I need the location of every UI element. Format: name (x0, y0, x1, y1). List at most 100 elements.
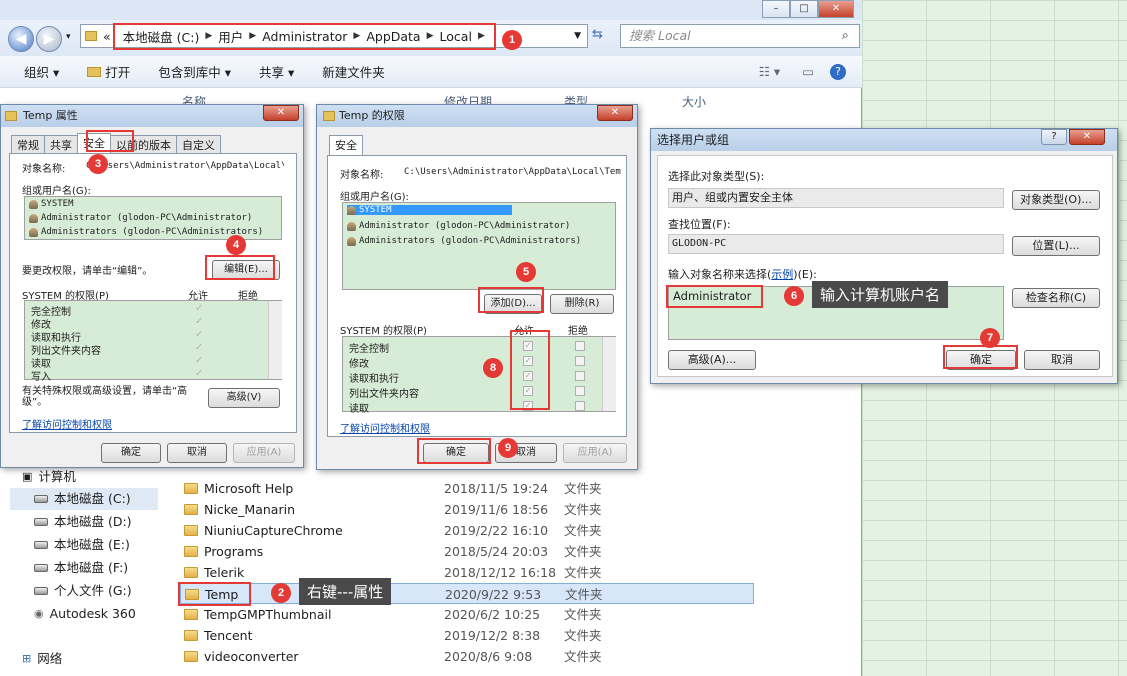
folder-icon (184, 630, 198, 641)
list-item-temp[interactable]: Temp 2020/9/22 9:53 文件夹 (180, 583, 754, 604)
file-name: NiuniuCaptureChrome (204, 523, 343, 538)
user-administrators[interactable]: Administrators (glodon-PC\Administrators… (347, 236, 581, 246)
apply-button[interactable]: 应用(A) (563, 443, 627, 463)
breadcrumb-local[interactable]: Local (434, 29, 478, 44)
nav-drive-label: 本地磁盘 (D:) (54, 514, 132, 529)
user-system[interactable]: SYSTEM (347, 205, 512, 215)
scrollbar[interactable] (268, 301, 282, 379)
add-button[interactable]: 添加(D)... (484, 294, 542, 314)
breadcrumb-chevron-icon[interactable]: ▶ (249, 31, 256, 41)
maximize-icon[interactable]: □ (790, 0, 818, 18)
edit-button[interactable]: 编辑(E)... (212, 260, 280, 280)
list-item[interactable]: Telerik 2018/12/12 16:18 文件夹 (180, 562, 754, 583)
new-folder-button[interactable]: 新建文件夹 (308, 62, 399, 81)
list-item[interactable]: Programs 2018/5/24 20:03 文件夹 (180, 541, 754, 562)
cancel-button[interactable]: 取消 (167, 443, 227, 463)
user-administrators[interactable]: Administrators (glodon-PC\Administrators… (29, 227, 263, 237)
tab-previous-versions[interactable]: 以前的版本 (110, 135, 177, 153)
address-dropdown-icon[interactable]: ▼ (574, 31, 581, 41)
breadcrumb-chevron-icon[interactable]: ▶ (353, 31, 360, 41)
breadcrumb-chevron-icon[interactable]: ▶ (205, 31, 212, 41)
share-menu[interactable]: 共享 ▾ (245, 62, 308, 81)
breadcrumb-appdata[interactable]: AppData (360, 29, 426, 44)
help-icon[interactable]: ? (830, 64, 846, 80)
include-library-menu[interactable]: 包含到库中 ▾ (144, 62, 245, 81)
deny-checkbox[interactable] (575, 401, 585, 411)
search-icon[interactable]: ⌕ (842, 28, 849, 43)
user-system[interactable]: SYSTEM (29, 199, 74, 209)
forward-icon[interactable]: ▶ (36, 26, 62, 52)
breadcrumb-chevron-icon[interactable]: ▶ (427, 31, 434, 41)
tab-security[interactable]: 安全 (77, 133, 111, 153)
tab-security[interactable]: 安全 (329, 135, 363, 155)
deny-checkbox[interactable] (575, 341, 585, 351)
user-administrator[interactable]: Administrator (glodon-PC\Administrator) (29, 213, 252, 223)
user-icon (347, 221, 356, 231)
perm-read: 读取 (349, 404, 369, 415)
tab-customize[interactable]: 自定义 (176, 135, 221, 153)
ok-button[interactable]: 确定 (423, 443, 489, 463)
tab-general[interactable]: 常规 (11, 135, 45, 153)
cancel-button[interactable]: 取消 (1024, 350, 1100, 370)
advanced-button[interactable]: 高级(A)... (668, 350, 756, 370)
allow-checkbox[interactable]: ✓ (523, 386, 533, 396)
group-label: 组或用户名(G): (340, 192, 409, 203)
refresh-icon[interactable]: ⇆ (592, 27, 603, 42)
nav-drive-f[interactable]: 本地磁盘 (F:) (34, 557, 128, 579)
organize-menu[interactable]: 组织 ▾ (0, 62, 73, 81)
close-icon[interactable]: ✕ (1069, 129, 1105, 145)
learn-more-link[interactable]: 了解访问控制和权限 (340, 420, 430, 435)
close-icon[interactable]: ✕ (263, 105, 299, 121)
breadcrumb-drive[interactable]: 本地磁盘 (C:) (117, 27, 206, 46)
nav-drive-e[interactable]: 本地磁盘 (E:) (34, 534, 130, 556)
nav-computer[interactable]: ▣ 计算机 (22, 466, 76, 488)
allow-checkbox[interactable]: ✓ (523, 401, 533, 411)
examples-link[interactable]: 示例 (771, 268, 793, 281)
nav-drive-d[interactable]: 本地磁盘 (D:) (34, 511, 132, 533)
back-icon[interactable]: ◀ (8, 26, 34, 52)
tab-sharing[interactable]: 共享 (44, 135, 78, 153)
nav-network[interactable]: ⊞ 网络 (22, 648, 62, 670)
column-size[interactable]: 大小 (682, 93, 706, 110)
learn-more-link[interactable]: 了解访问控制和权限 (22, 416, 112, 431)
open-button[interactable]: 打开 (73, 62, 144, 81)
nav-autodesk[interactable]: ◉ Autodesk 360 (34, 603, 136, 625)
apply-button[interactable]: 应用(A) (233, 443, 295, 463)
deny-checkbox[interactable] (575, 356, 585, 366)
history-dropdown-icon[interactable]: ▾ (66, 32, 71, 42)
allow-checkbox[interactable]: ✓ (523, 371, 533, 381)
list-item[interactable]: Nicke_Manarin 2019/11/6 18:56 文件夹 (180, 499, 754, 520)
folder-icon (184, 546, 198, 557)
ok-button[interactable]: 确定 (946, 350, 1016, 370)
view-options-icon[interactable]: ☷ ▾ (745, 64, 794, 79)
advanced-button[interactable]: 高级(V) (208, 388, 280, 408)
breadcrumb-administrator[interactable]: Administrator (256, 29, 353, 44)
minimize-icon[interactable]: – (762, 0, 790, 18)
check-names-button[interactable]: 检查名称(C) (1012, 288, 1100, 308)
close-icon[interactable]: ✕ (818, 0, 854, 18)
allow-checkbox[interactable]: ✓ (523, 356, 533, 366)
help-icon[interactable]: ? (1041, 129, 1067, 145)
allow-checkbox[interactable]: ✓ (523, 341, 533, 351)
close-icon[interactable]: ✕ (597, 105, 633, 121)
list-item[interactable]: Tencent 2019/12/2 8:38 文件夹 (180, 625, 754, 646)
remove-button[interactable]: 删除(R) (550, 294, 614, 314)
list-item[interactable]: NiuniuCaptureChrome 2019/2/22 16:10 文件夹 (180, 520, 754, 541)
list-item[interactable]: Microsoft Help 2018/11/5 19:24 文件夹 (180, 478, 754, 499)
nav-drive-g[interactable]: 个人文件 (G:) (34, 580, 132, 602)
breadcrumb-users[interactable]: 用户 (212, 27, 249, 46)
search-input[interactable]: 搜索 Local (620, 24, 860, 48)
ok-button[interactable]: 确定 (101, 443, 161, 463)
preview-pane-icon[interactable]: ▭ (794, 64, 822, 79)
user-administrator[interactable]: Administrator (glodon-PC\Administrator) (347, 221, 570, 231)
list-item[interactable]: TempGMPThumbnail 2020/6/2 10:25 文件夹 (180, 604, 754, 625)
deny-checkbox[interactable] (575, 371, 585, 381)
object-types-button[interactable]: 对象类型(O)... (1012, 190, 1100, 210)
nav-drive-c[interactable]: 本地磁盘 (C:) (10, 488, 158, 510)
scrollbar[interactable] (602, 337, 616, 411)
list-item[interactable]: videoconverter 2020/8/6 9:08 文件夹 (180, 646, 754, 667)
user-label: Administrator (glodon-PC\Administrator) (41, 213, 253, 223)
deny-checkbox[interactable] (575, 386, 585, 396)
breadcrumb-chevron-icon[interactable]: ▶ (478, 31, 485, 41)
locations-button[interactable]: 位置(L)... (1012, 236, 1100, 256)
